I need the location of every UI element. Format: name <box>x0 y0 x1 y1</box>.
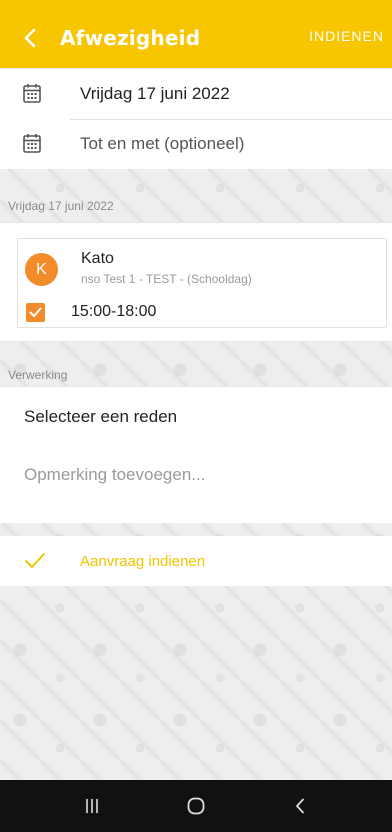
time-slot-label: 15:00-18:00 <box>71 303 157 320</box>
app-screen: Afwezigheid INDIENEN Vrijdag 17 juni 202… <box>0 0 392 832</box>
child-name: Kato <box>81 250 114 267</box>
home-button[interactable] <box>156 780 236 832</box>
checkmark-icon <box>29 307 42 317</box>
processing-panel: Selecteer een reden Opmerking toevoegen.… <box>0 386 392 523</box>
until-date-field[interactable]: Tot en met (optioneel) <box>0 119 392 169</box>
calendar-icon <box>23 84 41 103</box>
remark-input[interactable]: Opmerking toevoegen... <box>24 465 205 485</box>
avatar: K <box>25 253 58 286</box>
from-date-field[interactable]: Vrijdag 17 juni 2022 <box>0 69 392 119</box>
submit-header-button[interactable]: INDIENEN <box>309 28 384 44</box>
recent-apps-button[interactable] <box>52 780 132 832</box>
system-back-button[interactable] <box>260 780 340 832</box>
back-button[interactable] <box>0 0 60 76</box>
time-slot-checkbox[interactable] <box>26 303 45 322</box>
reason-selector[interactable]: Selecteer een reden <box>24 407 177 427</box>
from-date-value: Vrijdag 17 juni 2022 <box>80 84 230 103</box>
child-card: K Kato nso Test 1 - TEST - (Schooldag) 1… <box>17 238 387 328</box>
system-navigation-bar <box>0 780 392 832</box>
checkmark-icon <box>25 553 45 568</box>
app-header: Afwezigheid INDIENEN <box>0 0 392 76</box>
until-date-placeholder: Tot en met (optioneel) <box>80 134 245 153</box>
child-group: nso Test 1 - TEST - (Schooldag) <box>81 272 252 286</box>
home-icon <box>187 797 205 815</box>
submit-request-button[interactable]: Aanvraag indienen <box>0 536 392 586</box>
recent-apps-icon <box>86 799 98 813</box>
child-card-section: K Kato nso Test 1 - TEST - (Schooldag) 1… <box>0 222 392 342</box>
calendar-icon <box>23 134 41 153</box>
back-icon <box>296 798 304 814</box>
processing-section-label: Verwerking <box>8 368 68 382</box>
page-title: Afwezigheid <box>60 26 201 50</box>
chevron-left-icon <box>24 28 36 48</box>
submit-request-label: Aanvraag indienen <box>80 552 206 570</box>
date-selection-panel: Vrijdag 17 juni 2022 Tot en met (optione… <box>0 68 392 169</box>
day-section-label: Vrijdag 17 juni 2022 <box>8 199 114 213</box>
